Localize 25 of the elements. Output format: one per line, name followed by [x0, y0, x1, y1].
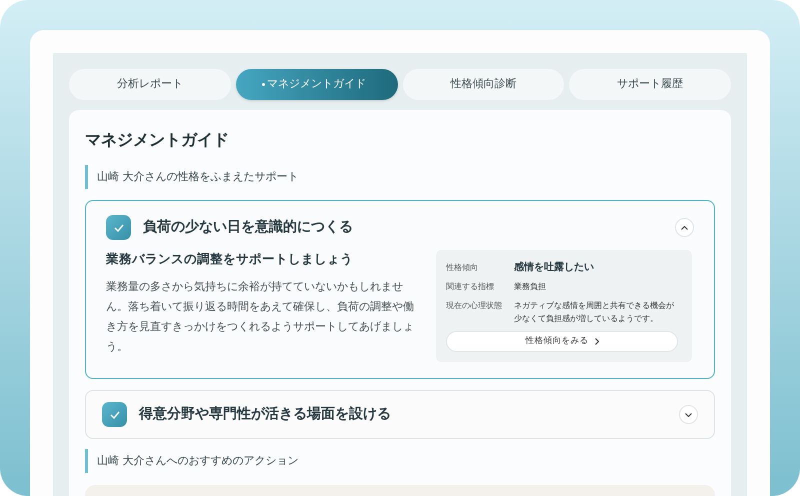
detail-value: 業務負担 [514, 281, 546, 293]
personality-button[interactable]: 性格傾向をみる [446, 331, 678, 352]
detail-label: 性格傾向 [446, 262, 479, 274]
guide-subtitle: 業務バランスの調整をサポートしましょう [106, 250, 354, 268]
page-title: マネジメントガイド [85, 129, 230, 151]
section-heading: 山崎 大介さんの性格をふまえたサポート [85, 165, 715, 189]
guide-description: 業務量の多さから気持ちに余裕が持てていないかもしれません。落ち着いて振り返る時間をあえて確保し、負荷の調整や働き方を見直すきっかけをつくれるようサポートしてあげましょう。 [106, 278, 414, 355]
tab[interactable]: 性格傾向診断 [402, 69, 564, 100]
detail-label: 現在の心理状態 [446, 300, 503, 312]
tab[interactable]: 分析レポート [69, 69, 231, 100]
chevron-up-icon [681, 226, 688, 230]
tab[interactable]: マネジメントガイド [236, 69, 398, 100]
detail-value: ネガティブな感情を周囲と共有できる機会が少なくて負担感が増しているようです。 [514, 300, 675, 325]
guide-title: 得意分野や専門性が活きる場面を設ける [139, 405, 392, 424]
section-heading: 山崎 大介さんへのおすすめのアクション [85, 449, 715, 473]
expand-toggle[interactable] [675, 218, 694, 237]
expand-toggle[interactable] [679, 405, 698, 424]
chevron-right-icon [594, 338, 598, 345]
check-icon [110, 410, 120, 418]
guide-title: 負荷の少ない日を意識的につくる [143, 218, 354, 237]
tab[interactable]: サポート履歴 [569, 69, 731, 100]
detail-value: 感情を吐露したい [514, 261, 594, 274]
detail-label: 関連する指標 [446, 281, 495, 293]
check-icon [114, 224, 124, 232]
chevron-down-icon [685, 412, 692, 416]
